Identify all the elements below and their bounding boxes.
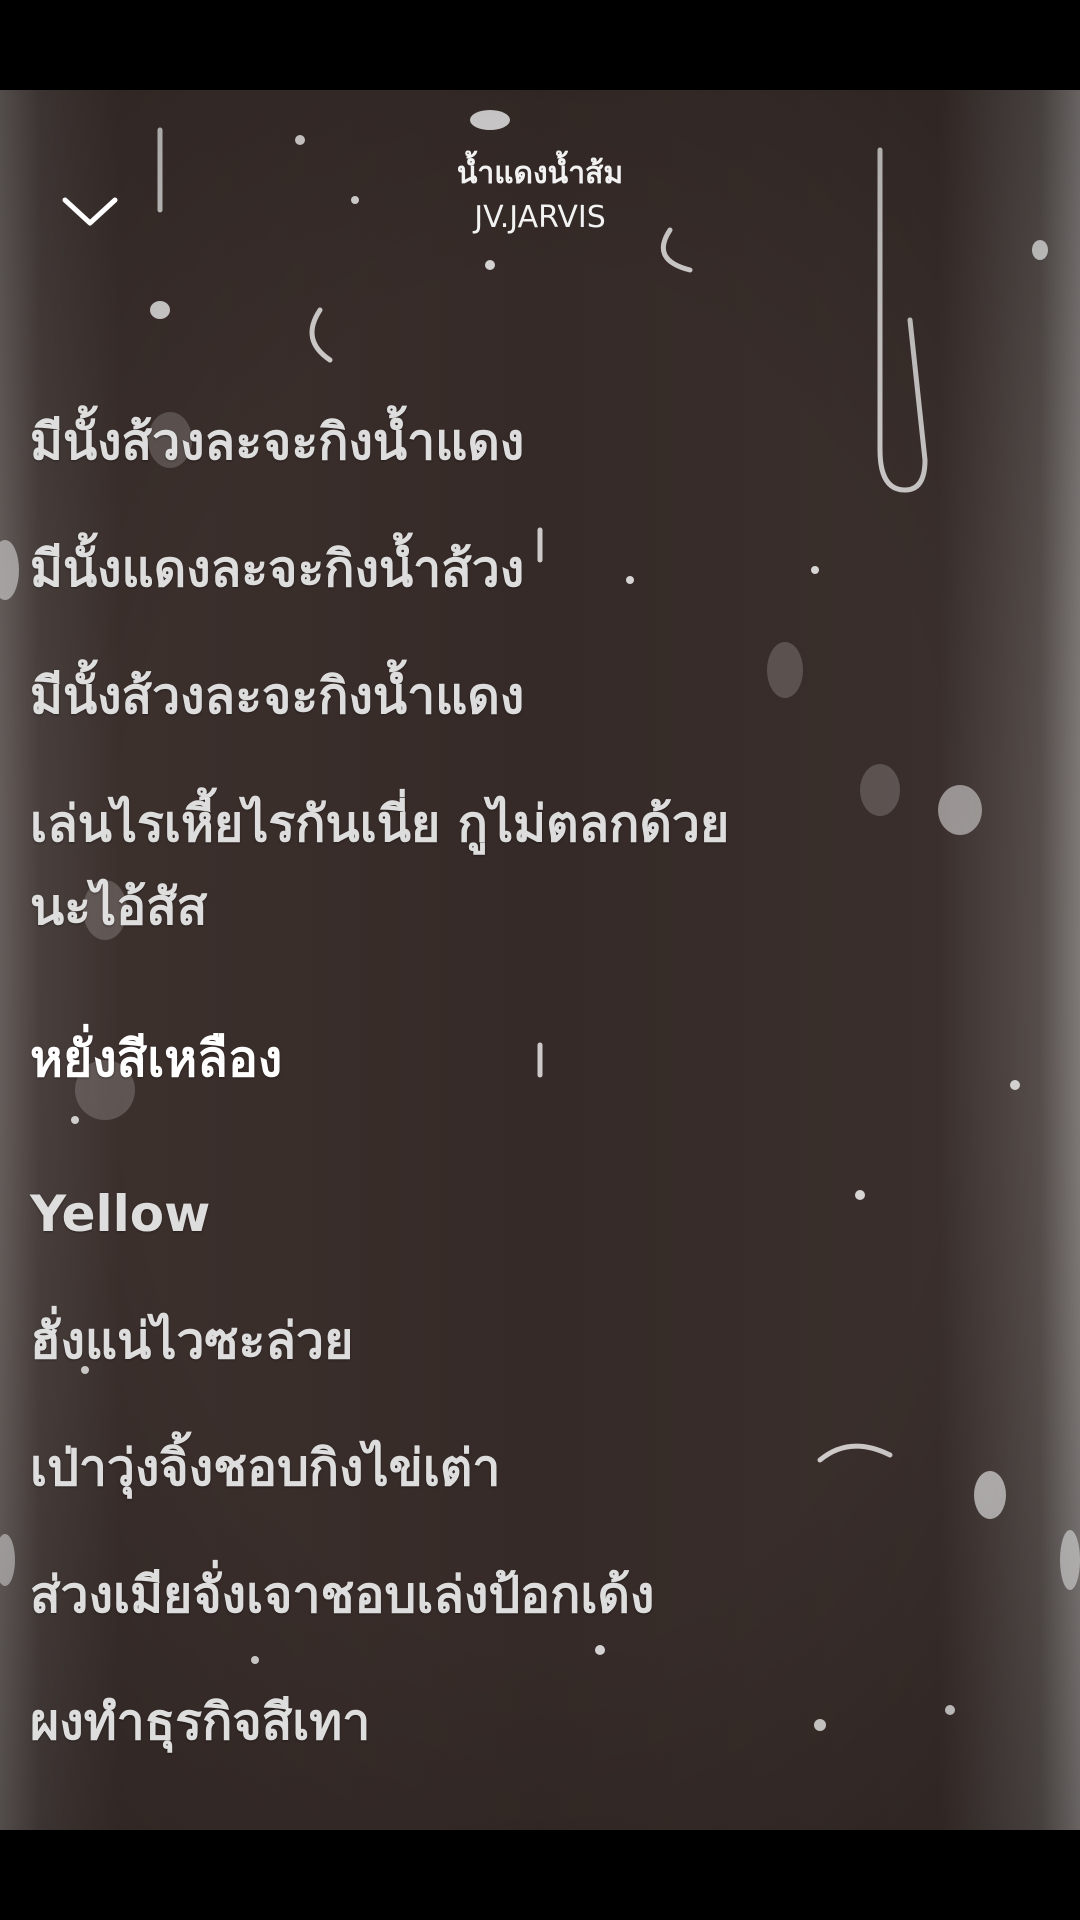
lyric-line-active[interactable]: หยั่งสีเหลือง [30,1015,1030,1103]
lyric-line[interactable]: เป่าวุ่งจิ้งชอบกิงไข่เต่า [30,1424,1030,1512]
lyric-line[interactable]: เล่นไรเหี้ยไรกันเนี่ย กูไม่ตลกด้วย [30,780,1030,868]
song-title: น้ำแดงน้ำส้ม [456,156,624,191]
lyric-line[interactable]: ฮั่งแน่ไวซะล่วย [30,1297,1030,1385]
lyric-line[interactable]: นะไอ้สัส [30,863,1030,951]
top-black-bar [0,0,1080,90]
lyric-line[interactable]: มีนั้งส้วงละจะกิงน้ำแดง [30,398,1030,486]
lyrics-player: น้ำแดงน้ำส้ม JV.JARVIS มีนั้งส้วงละจะกิง… [0,90,1080,1830]
chevron-down-icon[interactable] [60,185,120,235]
artist-name: JV.JARVIS [474,200,606,235]
lyric-line[interactable]: Yellow [30,1170,1030,1258]
now-playing-header: น้ำแดงน้ำส้ม JV.JARVIS [340,154,740,238]
lyric-line[interactable]: มีนั้งส้วงละจะกิงน้ำแดง [30,652,1030,740]
lyric-line[interactable]: ส่วงเมียจั่งเจาชอบเล่งป้อกเด้ง [30,1551,1030,1639]
lyric-line[interactable]: ผงทำธุรกิจสีเทา [30,1678,1030,1766]
bottom-black-bar [0,1830,1080,1920]
lyric-line[interactable]: มีนั้งแดงละจะกิงน้ำส้วง [30,525,1030,613]
screen: น้ำแดงน้ำส้ม JV.JARVIS มีนั้งส้วงละจะกิง… [0,0,1080,1920]
